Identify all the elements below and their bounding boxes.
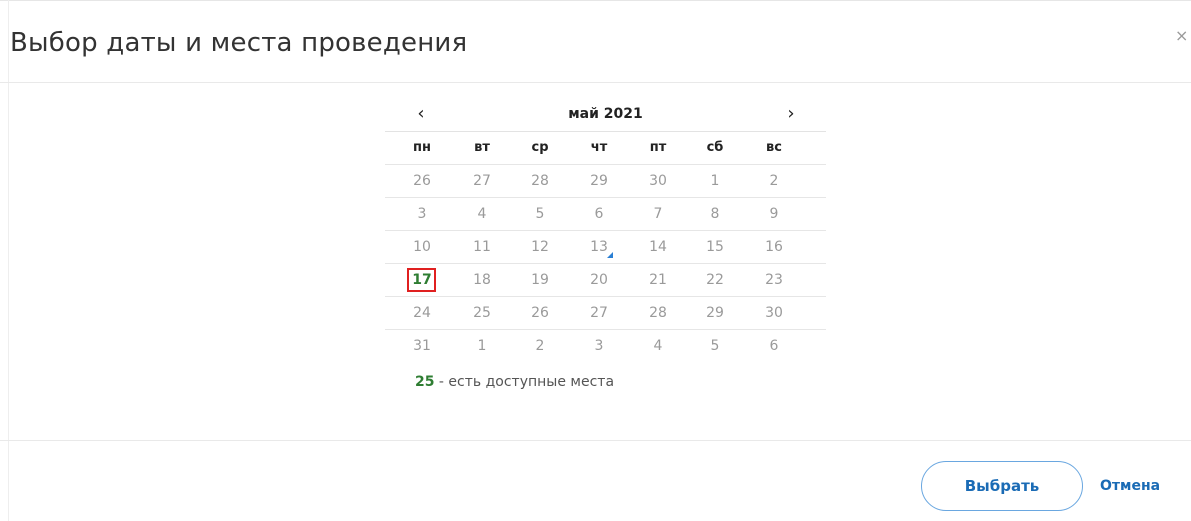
weekday-label: чт [590,140,608,155]
calendar-day[interactable]: 18 [462,264,502,296]
calendar-day[interactable]: 31 [402,330,442,362]
calendar-day[interactable]: 27 [462,165,502,197]
calendar-day[interactable]: 28 [638,297,678,329]
calendar: ‹ май 2021 › пн вт ср чт пт сб вс 26 27 28 29 30 1 2… [385,98,826,362]
calendar-day[interactable]: 22 [695,264,735,296]
calendar-day[interactable]: 29 [695,297,735,329]
weekday-label: ср [531,140,549,155]
calendar-week-row: 10 11 12 13 14 15 16 [385,231,826,264]
calendar-day[interactable]: 14 [638,231,678,263]
calendar-day[interactable]: 1 [695,165,735,197]
legend: 25 - есть доступные места [415,374,614,390]
calendar-day[interactable]: 16 [754,231,794,263]
weekday-label: пт [649,140,667,155]
calendar-day[interactable]: 30 [754,297,794,329]
calendar-day[interactable]: 19 [520,264,560,296]
calendar-day[interactable]: 12 [520,231,560,263]
calendar-day[interactable]: 11 [462,231,502,263]
weekday-label: вс [766,140,782,155]
calendar-day[interactable]: 26 [520,297,560,329]
calendar-day[interactable]: 20 [579,264,619,296]
legend-number: 25 [415,374,435,390]
calendar-weeks: 26 27 28 29 30 1 2 3 4 5 6 7 8 9 10 11 12 13 14 15 16 17 18 19 2… [385,165,826,362]
selected-day-outline [407,268,436,292]
calendar-header: ‹ май 2021 › [385,98,826,132]
dialog-title: Выбор даты и места проведения [10,28,468,58]
calendar-day[interactable]: 2 [754,165,794,197]
calendar-day[interactable]: 24 [402,297,442,329]
calendar-day[interactable]: 17 [402,264,442,296]
calendar-day[interactable]: 5 [520,198,560,230]
calendar-day[interactable]: 3 [579,330,619,362]
calendar-day[interactable]: 27 [579,297,619,329]
calendar-day[interactable]: 23 [754,264,794,296]
calendar-day[interactable]: 29 [579,165,619,197]
dialog-header: Выбор даты и места проведения × [0,0,1191,83]
weekday-label: сб [706,140,724,155]
weekday-label: пн [413,140,431,155]
calendar-day[interactable]: 6 [754,330,794,362]
calendar-week-row: 31 1 2 3 4 5 6 [385,330,826,362]
next-month-button[interactable]: › [776,102,806,126]
legend-text: - есть доступные места [434,374,615,390]
calendar-day[interactable]: 1 [462,330,502,362]
calendar-day[interactable]: 2 [520,330,560,362]
calendar-day[interactable]: 30 [638,165,678,197]
calendar-day[interactable]: 25 [462,297,502,329]
weekday-label: вт [474,140,490,155]
calendar-week-row: 24 25 26 27 28 29 30 [385,297,826,330]
calendar-day[interactable]: 10 [402,231,442,263]
footer-divider [0,440,1191,441]
calendar-day[interactable]: 7 [638,198,678,230]
calendar-day[interactable]: 26 [402,165,442,197]
month-label: май 2021 [568,106,643,122]
calendar-day[interactable]: 8 [695,198,735,230]
cancel-button[interactable]: Отмена [1100,478,1160,494]
calendar-day[interactable]: 21 [638,264,678,296]
calendar-day[interactable]: 3 [402,198,442,230]
select-button[interactable]: Выбрать [921,461,1083,511]
calendar-day[interactable]: 5 [695,330,735,362]
calendar-day[interactable]: 6 [579,198,619,230]
calendar-day[interactable]: 9 [754,198,794,230]
calendar-day[interactable]: 4 [462,198,502,230]
day-marker-icon [607,252,613,258]
date-place-dialog: Выбор даты и места проведения × ‹ май 20… [0,0,1191,521]
weekday-row: пн вт ср чт пт сб вс [385,132,826,165]
calendar-week-row: 26 27 28 29 30 1 2 [385,165,826,198]
calendar-week-row: 3456789 [385,198,826,231]
calendar-day[interactable]: 13 [579,231,619,263]
calendar-day[interactable]: 15 [695,231,735,263]
calendar-day[interactable]: 4 [638,330,678,362]
calendar-day[interactable]: 28 [520,165,560,197]
calendar-week-row: 17 18 19 20 21 22 23 [385,264,826,297]
close-icon[interactable]: × [1175,28,1188,44]
